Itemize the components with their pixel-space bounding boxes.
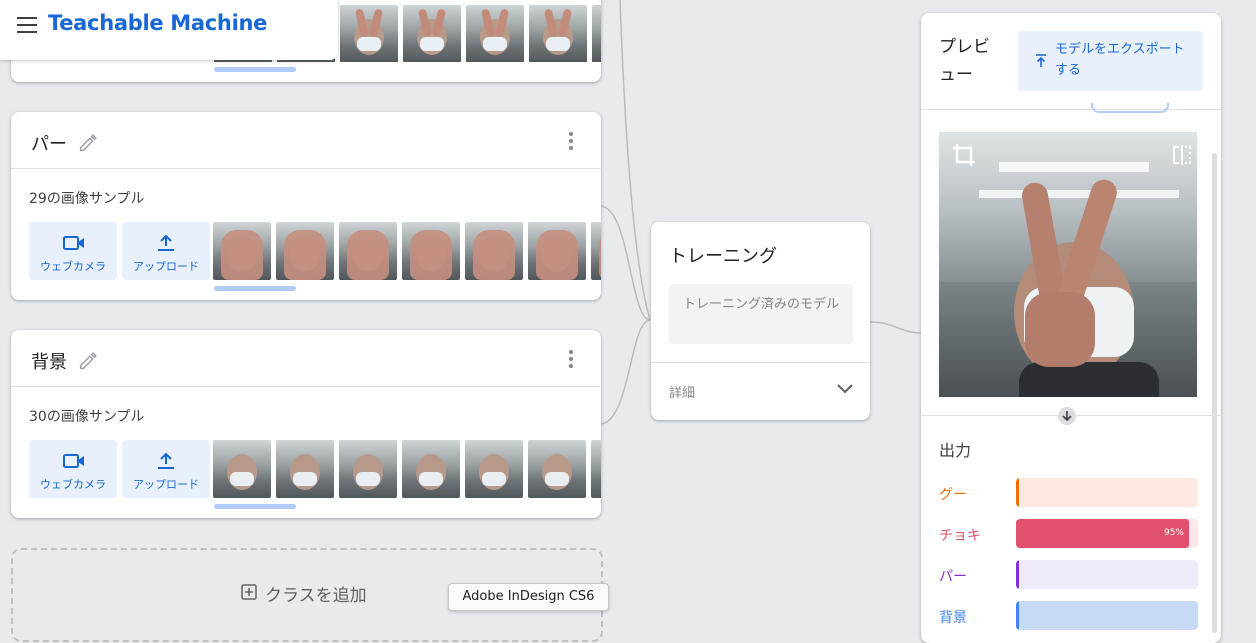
upload-button[interactable]: アップロード — [122, 440, 210, 498]
sample-thumbnail[interactable] — [592, 5, 601, 62]
output-label: パー — [939, 569, 967, 585]
output-title: 出力 — [939, 441, 972, 460]
tooltip: Adobe InDesign CS6 — [448, 583, 609, 611]
add-class-label: クラスを追加 — [265, 586, 367, 606]
sample-count: 29の画像サンプル — [29, 191, 145, 207]
thumbnail-scrollbar[interactable] — [214, 504, 296, 509]
preview-panel: プレビュー モデルをエクスポートする 出力 グーチョキ 95% パー背景 — [921, 13, 1221, 643]
upload-button[interactable]: アップロード — [122, 222, 210, 280]
flip-icon[interactable] — [1171, 144, 1193, 166]
class-header: 背景 — [11, 330, 601, 387]
class-name[interactable]: パー — [31, 130, 67, 156]
thumbnail-scrollbar[interactable] — [214, 286, 296, 291]
sample-thumbnail[interactable] — [591, 222, 601, 280]
output-label: グー — [939, 487, 967, 503]
output-bar-fill — [1016, 478, 1019, 507]
output-bar-track — [1016, 478, 1198, 507]
sample-thumbnail[interactable] — [276, 222, 334, 280]
details-label: 詳細 — [669, 386, 696, 401]
sample-thumbnail[interactable] — [403, 5, 461, 62]
output-row: 背景 — [921, 601, 1221, 631]
output-bar-track — [1016, 601, 1198, 630]
divider — [921, 109, 1221, 110]
sample-thumbnail[interactable] — [213, 440, 271, 498]
webcam-label: ウェブカメラ — [40, 478, 106, 491]
sample-thumbnail[interactable] — [340, 5, 398, 62]
sample-count: 30の画像サンプル — [29, 409, 145, 425]
webcam-button[interactable]: ウェブカメラ — [29, 440, 117, 498]
arrow-down-icon[interactable] — [1058, 407, 1076, 425]
toggle-edge[interactable] — [1091, 103, 1169, 113]
export-model-label: モデルをエクスポートする — [1055, 42, 1185, 78]
output-bar-track: 95% — [1016, 519, 1198, 548]
more-vert-icon[interactable] — [563, 350, 579, 370]
crop-icon[interactable] — [951, 142, 977, 168]
thumbnail-scrollbar[interactable] — [214, 67, 296, 72]
chevron-down-icon — [837, 384, 853, 394]
sample-thumbnails — [213, 440, 601, 498]
sample-thumbnail[interactable] — [528, 222, 586, 280]
output-row: パー — [921, 560, 1221, 590]
output-row: チョキ 95% — [921, 519, 1221, 549]
output-bar-track — [1016, 560, 1198, 589]
add-box-icon — [241, 584, 257, 600]
sample-thumbnail[interactable] — [465, 222, 523, 280]
export-icon — [1036, 54, 1046, 67]
webcam-preview — [939, 132, 1197, 397]
export-model-button[interactable]: モデルをエクスポートする — [1018, 31, 1203, 91]
sample-thumbnail[interactable] — [276, 440, 334, 498]
webcam-label: ウェブカメラ — [40, 260, 106, 273]
videocam-icon — [63, 236, 84, 250]
pencil-icon[interactable] — [77, 132, 99, 154]
sample-thumbnail[interactable] — [529, 5, 587, 62]
output-row: グー — [921, 478, 1221, 508]
more-vert-icon[interactable] — [563, 132, 579, 152]
output-bar-fill — [1016, 601, 1019, 630]
class-card-paa: パー 29の画像サンプル ウェブカメラ アップロード — [11, 112, 601, 300]
videocam-icon — [63, 454, 84, 468]
training-card: トレーニング トレーニング済みのモデル 詳細 — [651, 222, 870, 420]
sample-thumbnails — [213, 222, 601, 280]
output-percent: 95% — [1163, 528, 1184, 538]
menu-icon[interactable] — [17, 17, 37, 33]
preview-title: プレビュー — [939, 37, 990, 85]
webcam-button[interactable]: ウェブカメラ — [29, 222, 117, 280]
sample-thumbnail[interactable] — [528, 440, 586, 498]
upload-icon — [158, 452, 174, 469]
sample-thumbnail[interactable] — [466, 5, 524, 62]
output-label: 背景 — [939, 610, 967, 626]
output-label: チョキ — [939, 528, 981, 544]
train-model-label: トレーニング済みのモデル — [683, 297, 840, 312]
sample-thumbnail[interactable] — [402, 440, 460, 498]
app-title[interactable]: Teachable Machine — [48, 11, 267, 35]
sample-thumbnail[interactable] — [465, 440, 523, 498]
tooltip-text: Adobe InDesign CS6 — [462, 589, 595, 604]
upload-label: アップロード — [133, 478, 199, 491]
class-header: パー — [11, 112, 601, 169]
train-model-button[interactable]: トレーニング済みのモデル — [669, 284, 853, 344]
output-bar-fill — [1016, 560, 1019, 589]
pencil-icon[interactable] — [77, 350, 99, 372]
training-title: トレーニング — [669, 246, 777, 267]
details-toggle[interactable]: 詳細 — [651, 363, 870, 420]
sample-thumbnail[interactable] — [339, 222, 397, 280]
app-header: Teachable Machine — [0, 0, 338, 60]
sample-thumbnail[interactable] — [213, 222, 271, 280]
sample-thumbnail[interactable] — [402, 222, 460, 280]
upload-icon — [158, 234, 174, 251]
upload-label: アップロード — [133, 260, 199, 273]
sample-thumbnail[interactable] — [339, 440, 397, 498]
class-card-background: 背景 30の画像サンプル ウェブカメラ アップロード — [11, 330, 601, 518]
class-name[interactable]: 背景 — [31, 348, 67, 374]
sample-thumbnail[interactable] — [591, 440, 601, 498]
